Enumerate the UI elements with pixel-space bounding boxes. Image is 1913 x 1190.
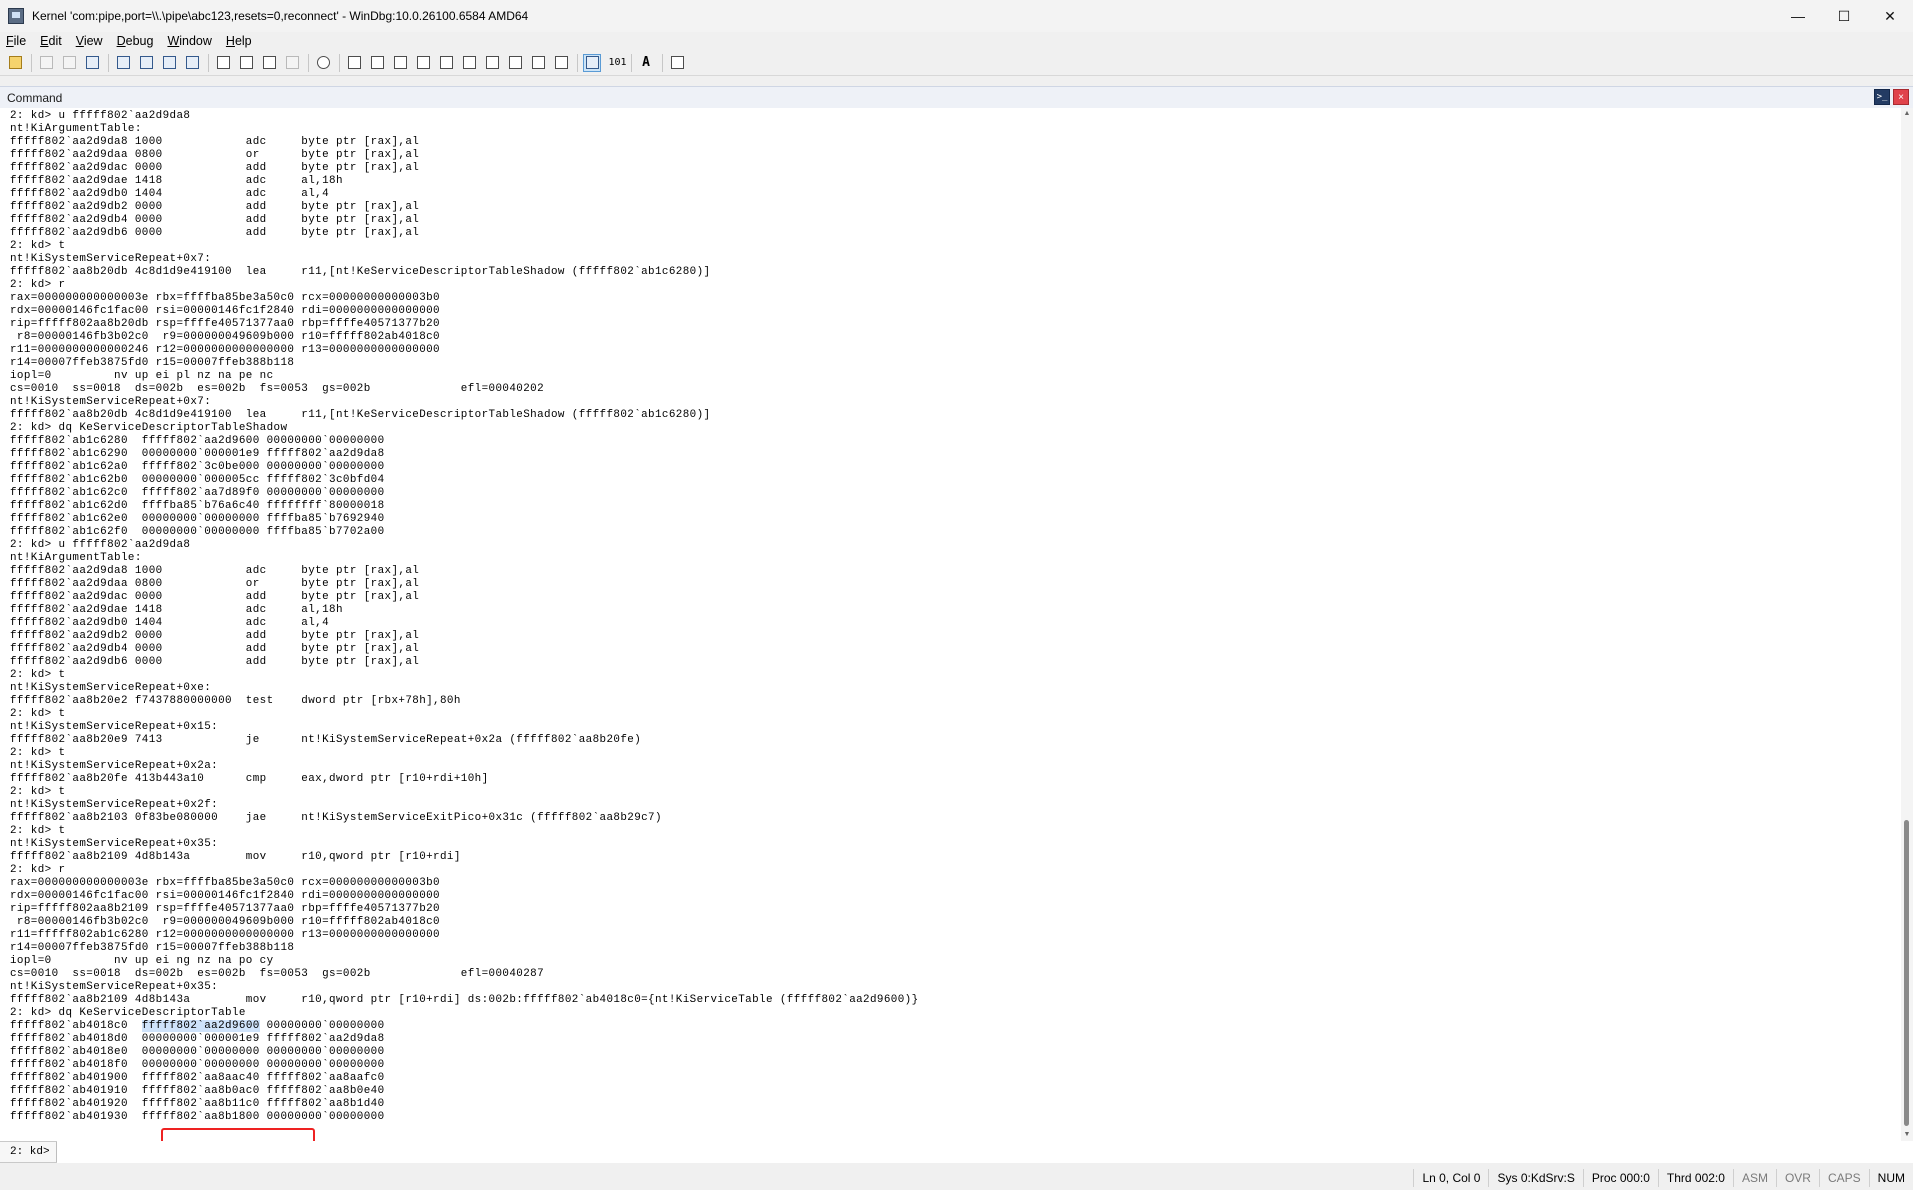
status-line-col: Ln 0, Col 0 — [1413, 1169, 1488, 1187]
scroll-up-icon[interactable]: ▲ — [1901, 108, 1913, 120]
menu-bar: File Edit View Debug Window Help — [0, 32, 1913, 50]
toolbar-separator — [208, 53, 209, 72]
run-to-cursor-icon[interactable] — [283, 54, 301, 72]
command-prompt-icon[interactable]: >_ — [1874, 89, 1890, 105]
window-title: Kernel 'com:pipe,port=\\.\pipe\abc123,re… — [32, 9, 529, 23]
status-process: Proc 000:0 — [1582, 1169, 1658, 1187]
toolbar-separator — [31, 53, 32, 72]
step-over-icon[interactable] — [237, 54, 255, 72]
command-window-icon[interactable] — [345, 54, 363, 72]
hand-breakpoint-icon[interactable] — [314, 54, 332, 72]
status-bar: Ln 0, Col 0 Sys 0:KdSrv:S Proc 000:0 Thr… — [0, 1166, 1913, 1190]
menu-debug[interactable]: Debug — [111, 34, 160, 48]
stop-debugging-icon[interactable] — [160, 54, 178, 72]
status-caps: CAPS — [1818, 1169, 1869, 1187]
status-asm: ASM — [1732, 1169, 1776, 1187]
open-folder-icon[interactable] — [6, 54, 24, 72]
watch-window-icon[interactable] — [368, 54, 386, 72]
go-icon[interactable] — [114, 54, 132, 72]
toolbar-separator — [662, 53, 663, 72]
highlighted-line: fffff802`ab4018c0 fffff802`aa2d9600 0000… — [0, 1020, 1901, 1033]
menu-help[interactable]: Help — [220, 34, 258, 48]
status-thread: Thrd 002:0 — [1657, 1169, 1733, 1187]
status-system: Sys 0:KdSrv:S — [1488, 1169, 1582, 1187]
highlighted-line-address: fffff802`ab4018c0 — [10, 1020, 142, 1032]
disassembly-window-icon[interactable] — [483, 54, 501, 72]
minimize-button[interactable]: — — [1775, 0, 1821, 32]
processes-threads-icon[interactable] — [529, 54, 547, 72]
restart-icon[interactable] — [137, 54, 155, 72]
toolbar-separator — [308, 53, 309, 72]
copy-icon[interactable] — [60, 54, 78, 72]
paste-icon[interactable] — [83, 54, 101, 72]
panel-close-icon[interactable]: × — [1893, 89, 1909, 105]
output-scrollbar[interactable]: ▲ ▼ — [1901, 108, 1913, 1141]
status-ovr: OVR — [1775, 1169, 1819, 1187]
options-icon[interactable] — [668, 54, 686, 72]
window-controls: — ☐ ✕ — [1775, 0, 1913, 32]
maximize-button[interactable]: ☐ — [1821, 0, 1867, 32]
assembly-mode-icon[interactable]: 101 — [606, 54, 627, 72]
font-icon[interactable]: A — [637, 54, 655, 72]
panel-title: Command — [7, 90, 63, 105]
command-output[interactable]: 2: kd> u fffff802`aa2d9da8 nt!KiArgument… — [0, 108, 1901, 1141]
scratch-pad-icon[interactable] — [506, 54, 524, 72]
cut-icon[interactable] — [37, 54, 55, 72]
toolbar-separator — [339, 53, 340, 72]
menu-view[interactable]: View — [70, 34, 109, 48]
menu-file[interactable]: File — [0, 34, 32, 48]
registers-window-icon[interactable] — [414, 54, 432, 72]
step-out-icon[interactable] — [260, 54, 278, 72]
toolbar-separator — [577, 53, 578, 72]
step-into-icon[interactable] — [214, 54, 232, 72]
toolbar: 101 A — [0, 50, 1913, 76]
toolbar-separator — [631, 53, 632, 72]
status-num: NUM — [1868, 1169, 1913, 1187]
scroll-down-icon[interactable]: ▼ — [1901, 1129, 1913, 1141]
menu-window[interactable]: Window — [161, 34, 217, 48]
toolbar-separator — [108, 53, 109, 72]
menu-edit[interactable]: Edit — [34, 34, 68, 48]
command-line: 2: kd> — [0, 1141, 1913, 1163]
close-button[interactable]: ✕ — [1867, 0, 1913, 32]
memory-window-icon[interactable] — [437, 54, 455, 72]
locals-window-icon[interactable] — [391, 54, 409, 72]
source-mode-icon[interactable] — [583, 53, 601, 72]
command-input[interactable] — [56, 1141, 1913, 1163]
command-panel-header: Command >_ × — [0, 86, 1913, 108]
highlighted-line-rest: 00000000`00000000 — [259, 1020, 385, 1032]
output-text-top: 2: kd> u fffff802`aa2d9da8 nt!KiArgument… — [10, 110, 919, 1019]
call-stack-window-icon[interactable] — [460, 54, 478, 72]
scratch-window-icon[interactable] — [552, 54, 570, 72]
highlighted-value: fffff802`aa2d9600 — [141, 1020, 260, 1032]
red-annotation-box — [161, 1128, 315, 1141]
title-bar: Kernel 'com:pipe,port=\\.\pipe\abc123,re… — [0, 0, 1913, 32]
panel-buttons: >_ × — [1871, 89, 1909, 105]
windbg-app-icon[interactable] — [8, 8, 24, 24]
scrollbar-thumb[interactable] — [1904, 820, 1909, 1126]
break-icon[interactable] — [183, 54, 201, 72]
command-prompt-label: 2: kd> — [0, 1142, 57, 1162]
output-text-bottom: fffff802`ab4018d0 00000000`000001e9 ffff… — [10, 1033, 385, 1123]
